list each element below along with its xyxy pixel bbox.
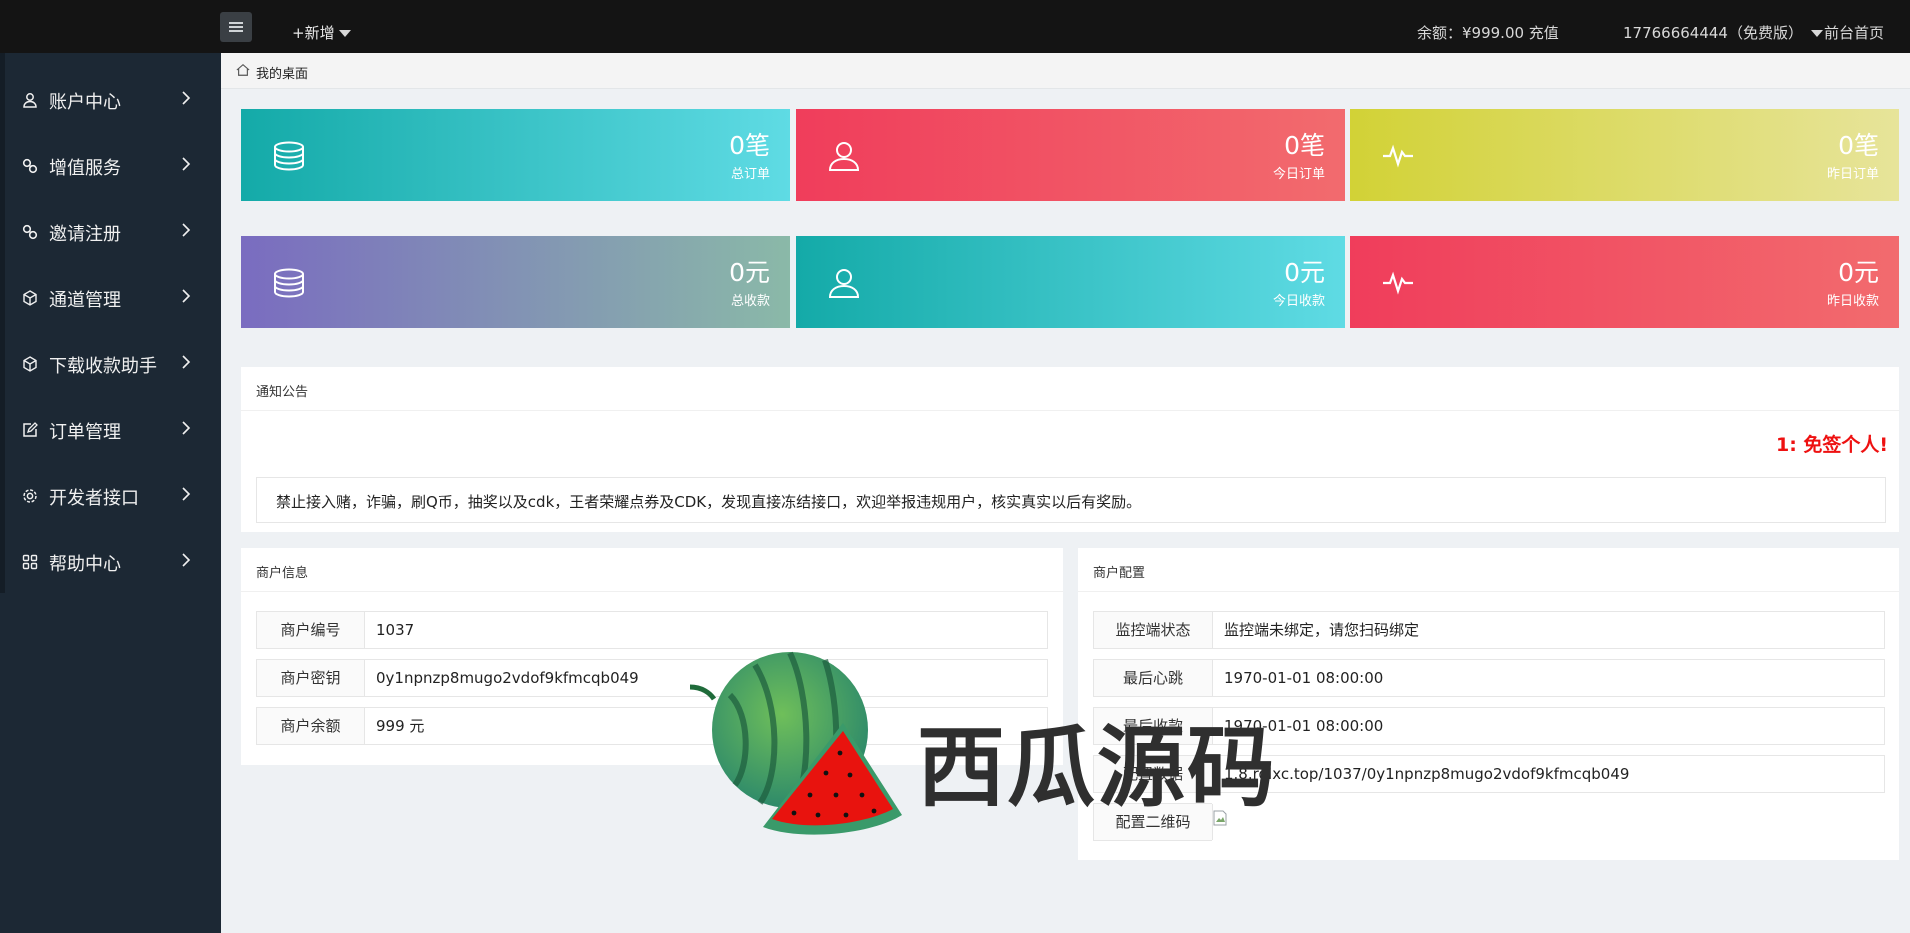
cube-icon: [23, 356, 37, 372]
row-value[interactable]: 0y1npnzp8mugo2vdof9kfmcqb049: [376, 660, 639, 696]
edit-icon: [23, 422, 38, 437]
stat-value: 0笔: [1838, 131, 1879, 160]
chevron-right-icon: [182, 157, 191, 171]
gear-icon: [23, 489, 37, 503]
row-value[interactable]: 监控端未绑定，请您扫码绑定: [1224, 612, 1419, 648]
stat-label: 今日订单: [1272, 167, 1325, 182]
user-icon: [23, 93, 37, 108]
sidebar-item-label: 通道管理: [49, 290, 121, 311]
stat-card-yesterday-orders: 0笔 昨日订单: [1350, 109, 1899, 201]
new-dropdown-label: +新增: [292, 24, 335, 42]
chevron-right-icon: [182, 553, 191, 567]
grid-icon: [22, 554, 38, 570]
cube-icon: [23, 290, 37, 306]
menu-toggle-button[interactable]: [220, 12, 252, 42]
stat-label: 总订单: [730, 167, 770, 182]
chevron-right-icon: [182, 355, 191, 369]
stat-card-today-orders: 0笔 今日订单: [796, 109, 1345, 201]
stat-label: 总收款: [730, 294, 770, 309]
sidebar-item-value-added-services[interactable]: 增值服务: [0, 136, 221, 196]
chevron-right-icon: [182, 421, 191, 435]
sidebar-item-developer-api[interactable]: 开发者接口: [0, 466, 221, 526]
sidebar-item-label: 下载收款助手: [49, 356, 157, 377]
breadcrumb: 我的桌面: [221, 53, 1910, 89]
sidebar-item-label: 帮助中心: [49, 554, 121, 575]
caret-down-icon: [1810, 30, 1823, 37]
link-icon: [22, 158, 38, 174]
stat-label: 今日收款: [1272, 294, 1325, 309]
sidebar-item-label: 增值服务: [49, 158, 121, 179]
stat-card-total-income: 0元 总收款: [241, 236, 790, 328]
merchant-key-row: 商户密钥 0y1npnzp8mugo2vdof9kfmcqb049: [256, 659, 1048, 697]
link-icon: [22, 224, 38, 240]
user-menu-button[interactable]: 17766664444（免费版）: [1623, 22, 1823, 43]
chevron-right-icon: [182, 91, 191, 105]
sidebar-item-label: 账户中心: [49, 92, 121, 113]
user-icon: [828, 142, 860, 171]
front-home-link[interactable]: 前台首页: [1824, 22, 1884, 43]
stat-value: 0笔: [1284, 131, 1325, 160]
breadcrumb-current[interactable]: 我的桌面: [256, 63, 308, 82]
stat-card-total-orders: 0笔 总订单: [241, 109, 790, 201]
stat-card-today-income: 0元 今日收款: [796, 236, 1345, 328]
sidebar-item-label: 邀请注册: [49, 224, 121, 245]
chevron-right-icon: [182, 223, 191, 237]
database-icon: [274, 268, 304, 298]
row-value[interactable]: 1037: [376, 612, 414, 648]
last-heartbeat-row: 最后心跳 1970-01-01 08:00:00: [1093, 659, 1885, 697]
row-key: 监控端状态: [1094, 612, 1213, 648]
row-value[interactable]: 1.8.rglxc.top/1037/0y1npnzp8mugo2vdof9kf…: [1224, 756, 1629, 792]
sidebar-item-account-center[interactable]: 账户中心: [0, 70, 221, 130]
panel-divider: [241, 591, 1063, 592]
balance-recharge-link[interactable]: 余额：¥999.00 充值: [1417, 22, 1559, 43]
row-value[interactable]: 999 元: [376, 708, 424, 744]
row-key: 商户余额: [257, 708, 365, 744]
panel-divider: [1078, 591, 1899, 592]
notice-panel-title: 通知公告: [256, 385, 309, 400]
user-menu-label: 17766664444（免费版）: [1623, 24, 1803, 42]
user-icon: [828, 269, 860, 298]
new-dropdown-button[interactable]: +新增: [292, 22, 351, 43]
sidebar-item-order-management[interactable]: 订单管理: [0, 400, 221, 460]
top-navbar: +新增 余额：¥999.00 充值 17766664444（免费版） 前台首页: [0, 0, 1910, 53]
notice-text: 禁止接入赌，诈骗，刷Q币，抽奖以及cdk，王者荣耀点券及CDK，发现直接冻结接口…: [276, 493, 1142, 511]
notice-marquee: 1: 免签个人!: [1776, 434, 1886, 456]
panel-divider: [241, 410, 1899, 411]
monitor-status-row: 监控端状态 监控端未绑定，请您扫码绑定: [1093, 611, 1885, 649]
hamburger-icon: [229, 26, 243, 28]
merchant-config-title: 商户配置: [1093, 566, 1146, 581]
sidebar-item-label: 开发者接口: [49, 488, 139, 509]
sidebar-item-channel-management[interactable]: 通道管理: [0, 268, 221, 328]
row-key: 最后心跳: [1094, 660, 1213, 696]
merchant-info-title: 商户信息: [256, 566, 309, 581]
sidebar-item-download-assistant[interactable]: 下载收款助手: [0, 334, 221, 394]
sidebar-item-invite-register[interactable]: 邀请注册: [0, 202, 221, 262]
row-key: 商户编号: [257, 612, 365, 648]
sidebar-item-label: 订单管理: [49, 422, 121, 443]
chevron-right-icon: [182, 487, 191, 501]
stat-card-yesterday-income: 0元 昨日收款: [1350, 236, 1899, 328]
pulse-icon: [1383, 271, 1413, 295]
stat-value: 0笔: [729, 131, 770, 160]
row-value[interactable]: 1970-01-01 08:00:00: [1224, 660, 1383, 696]
database-icon: [274, 141, 304, 171]
watermelon-logo: [690, 651, 902, 835]
stat-value: 0元: [1284, 258, 1325, 287]
merchant-id-row: 商户编号 1037: [256, 611, 1048, 649]
stat-value: 0元: [1838, 258, 1879, 287]
row-key: 商户密钥: [257, 660, 365, 696]
stat-label: 昨日订单: [1826, 167, 1879, 182]
chevron-right-icon: [182, 289, 191, 303]
sidebar-item-help-center[interactable]: 帮助中心: [0, 532, 221, 592]
watermark-text: 西瓜源码: [917, 716, 1278, 819]
stat-label: 昨日收款: [1826, 294, 1879, 309]
notice-text-box: 禁止接入赌，诈骗，刷Q币，抽奖以及cdk，王者荣耀点券及CDK，发现直接冻结接口…: [256, 477, 1886, 523]
home-icon: [236, 64, 250, 76]
pulse-icon: [1383, 144, 1413, 168]
caret-down-icon: [338, 30, 351, 37]
stat-value: 0元: [729, 258, 770, 287]
